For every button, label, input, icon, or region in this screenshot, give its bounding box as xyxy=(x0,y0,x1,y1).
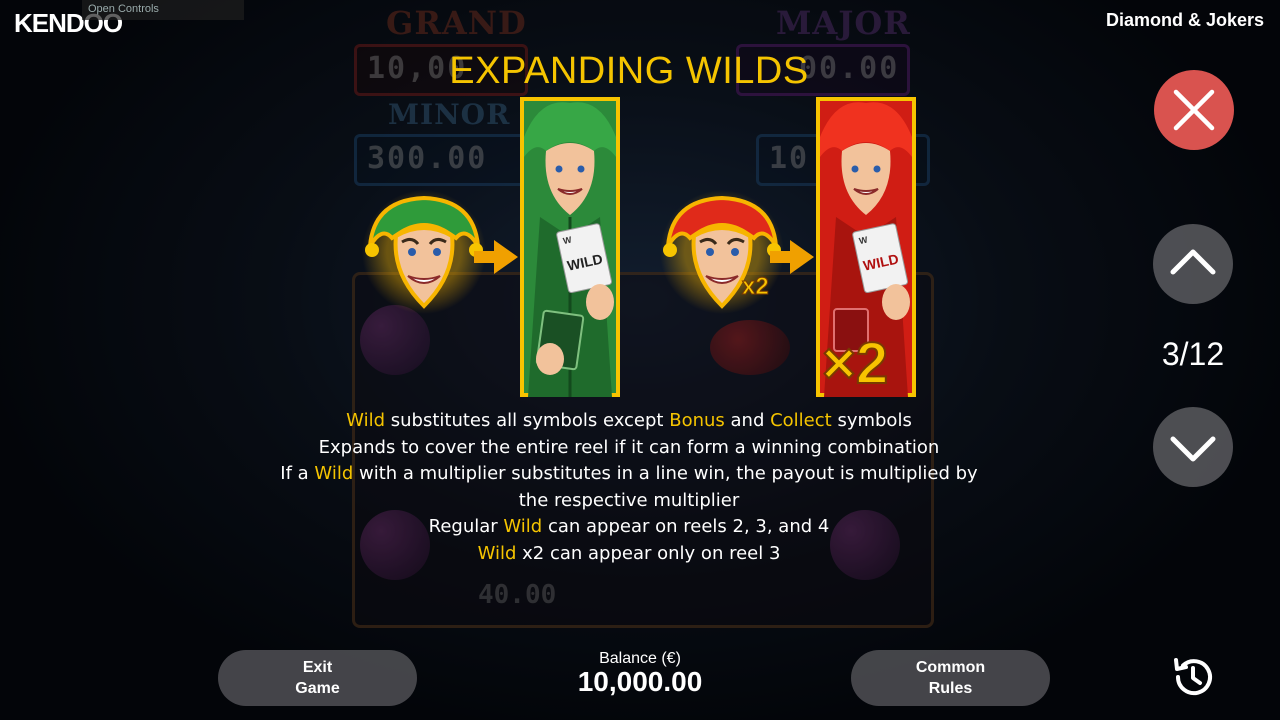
close-icon xyxy=(1173,89,1215,131)
balance-value: 10,000.00 xyxy=(577,666,703,697)
keyword-wild: Wild xyxy=(503,516,543,538)
chevron-down-icon xyxy=(1170,436,1216,462)
overlay-dim xyxy=(0,0,1280,720)
exit-game-button[interactable]: Exit Game xyxy=(218,650,417,706)
rules-text-fragment: with a multiplier substitutes in a line … xyxy=(353,463,978,511)
multiplier-small-label: x2 xyxy=(742,273,769,300)
history-icon[interactable] xyxy=(1170,654,1216,700)
rules-text-fragment: and xyxy=(724,410,771,431)
rules-text-fragment: Regular xyxy=(428,516,504,538)
keyword-bonus: Bonus xyxy=(669,410,725,431)
red-joker-expanded-wild-x2-symbol: W WILD ×2 xyxy=(816,97,916,397)
keyword-wild: Wild xyxy=(346,410,386,431)
keyword-wild: Wild xyxy=(477,542,517,564)
keyword-wild: Wild xyxy=(314,463,354,485)
rules-line-5: Wild x2 can appear only on reel 3 xyxy=(270,541,988,568)
common-rules-button[interactable]: Common Rules xyxy=(851,650,1050,706)
keyword-collect: Collect xyxy=(770,410,832,431)
rules-text-fragment: If a xyxy=(280,463,315,485)
previous-page-button[interactable] xyxy=(1153,224,1233,304)
rules-line-2: Expands to cover the entire reel if it c… xyxy=(318,436,940,458)
chevron-up-icon xyxy=(1170,249,1216,275)
exit-game-label-line2: Game xyxy=(295,680,340,697)
green-joker-expanded-wild-symbol: W WILD xyxy=(520,97,620,397)
rules-text: Wild substitutes all symbols except Bonu… xyxy=(270,408,988,568)
open-controls-button[interactable]: Open Controls xyxy=(82,0,244,20)
red-joker-head-x2-symbol: x2 xyxy=(660,190,784,314)
rules-text-fragment: x2 can appear only on reel 3 xyxy=(516,542,781,564)
page-indicator: 3/12 xyxy=(1161,336,1225,372)
green-joker-head-symbol xyxy=(362,190,486,314)
close-button[interactable] xyxy=(1154,70,1234,150)
multiplier-large-label: ×2 xyxy=(822,331,888,396)
rules-text-fragment: symbols xyxy=(831,410,912,431)
exit-game-label-line1: Exit xyxy=(302,659,333,676)
common-rules-label-line1: Common xyxy=(915,659,986,676)
next-page-button[interactable] xyxy=(1153,407,1233,487)
rules-text-fragment: substitutes all symbols except xyxy=(385,410,670,431)
rules-text-fragment: can appear on reels 2, 3, and 4 xyxy=(542,516,830,538)
rules-line-3: If a Wild with a multiplier substitutes … xyxy=(270,461,988,514)
arrow-right-icon xyxy=(474,240,518,274)
rules-line-1: Wild substitutes all symbols except Bonu… xyxy=(270,408,988,435)
common-rules-label-line2: Rules xyxy=(928,680,973,697)
arrow-right-icon xyxy=(770,240,814,274)
page-title: EXPANDING WILDS xyxy=(449,50,809,92)
game-title: Diamond & Jokers xyxy=(1105,10,1264,30)
rules-line-4: Regular Wild can appear on reels 2, 3, a… xyxy=(270,514,988,541)
